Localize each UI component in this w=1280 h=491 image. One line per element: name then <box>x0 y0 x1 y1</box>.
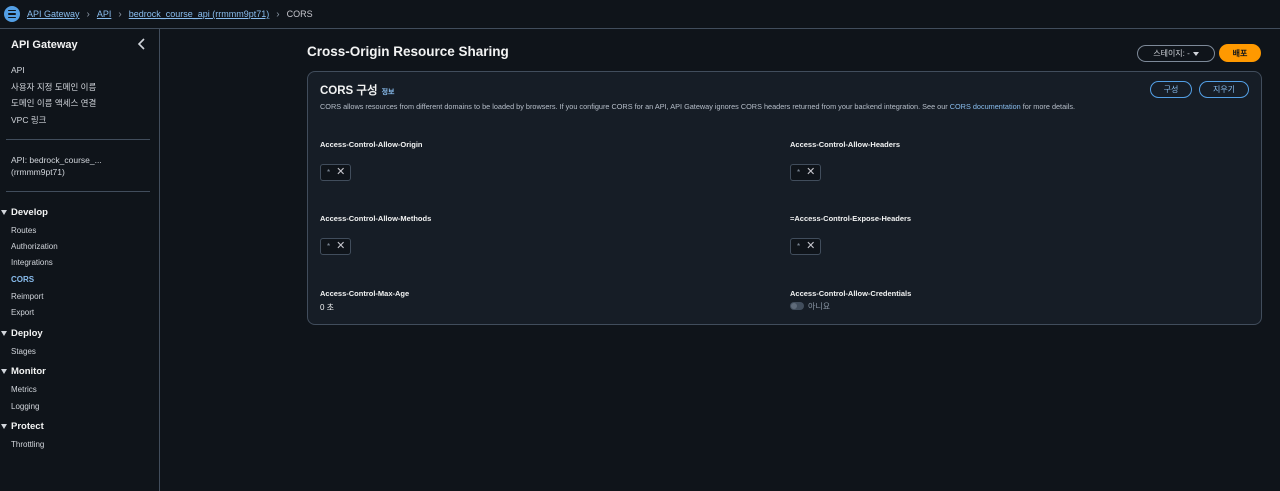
sidebar-item-metrics[interactable]: Metrics <box>11 385 37 394</box>
panel-description-tail: for more details. <box>1020 102 1076 111</box>
breadcrumb-api-name[interactable]: bedrock_course_api (rrmmm9pt71) <box>129 9 270 19</box>
hamburger-menu-icon[interactable] <box>4 6 20 22</box>
breadcrumb: API Gateway › API › bedrock_course_api (… <box>27 9 313 20</box>
sidebar-api-id[interactable]: (rrmmm9pt71) <box>11 167 65 177</box>
token-value: * <box>327 242 331 251</box>
allow-credentials-label: Access-Control-Allow-Credentials <box>790 289 912 298</box>
caret-down-icon <box>1192 51 1199 56</box>
allow-origin-token: * ✕ <box>320 164 351 181</box>
caret-down-icon <box>1 369 7 374</box>
sidebar-item-routes[interactable]: Routes <box>11 226 36 235</box>
sidebar-divider <box>6 191 150 192</box>
toggle-switch-icon[interactable] <box>790 302 804 310</box>
chevron-right-icon: › <box>86 8 90 20</box>
close-icon[interactable]: ✕ <box>806 167 815 178</box>
caret-down-icon <box>1 424 7 429</box>
cors-configuration-panel: CORS 구성 정보 CORS allows resources from di… <box>307 71 1262 325</box>
stage-select[interactable]: 스테이지: - <box>1137 45 1215 62</box>
caret-down-icon <box>1 210 7 215</box>
sidebar-item-integrations[interactable]: Integrations <box>11 258 53 267</box>
allow-headers-label: Access-Control-Allow-Headers <box>790 140 901 149</box>
sidebar-section-develop[interactable]: Develop <box>0 207 48 218</box>
expose-headers-token: * ✕ <box>790 238 821 255</box>
sidebar-api-name[interactable]: API: bedrock_course_... <box>11 155 102 165</box>
sidebar-section-protect[interactable]: Protect <box>0 421 44 432</box>
cors-documentation-link[interactable]: CORS documentation <box>950 102 1021 111</box>
breadcrumb-current: CORS <box>286 9 313 19</box>
panel-description-text: CORS allows resources from different dom… <box>320 102 950 111</box>
sidebar-item-stages[interactable]: Stages <box>11 347 36 356</box>
panel-title: CORS 구성 정보 <box>320 82 394 98</box>
close-icon[interactable]: ✕ <box>336 167 345 178</box>
panel-title-text: CORS 구성 <box>320 85 378 97</box>
token-value: * <box>797 242 801 251</box>
sidebar-item-api[interactable]: API <box>11 65 25 75</box>
sidebar-item-domain-access[interactable]: 도메인 이름 액세스 연결 <box>11 97 96 109</box>
info-link[interactable]: 정보 <box>382 87 395 97</box>
allow-credentials-value: 아니요 <box>808 302 831 311</box>
breadcrumb-api-gateway[interactable]: API Gateway <box>27 9 80 19</box>
chevron-right-icon: › <box>276 8 280 20</box>
allow-headers-token: * ✕ <box>790 164 821 181</box>
chevron-right-icon: › <box>118 8 122 20</box>
allow-methods-label: Access-Control-Allow-Methods <box>320 214 432 223</box>
close-icon[interactable]: ✕ <box>336 241 345 252</box>
sidebar-title[interactable]: API Gateway <box>11 39 78 51</box>
top-navigation-bar: API Gateway › API › bedrock_course_api (… <box>0 0 1280 29</box>
stage-select-label: 스테이지: - <box>1153 49 1190 58</box>
breadcrumb-api[interactable]: API <box>97 9 112 19</box>
sidebar-item-custom-domain[interactable]: 사용자 지정 도메인 이름 <box>11 81 96 93</box>
sidebar-section-deploy[interactable]: Deploy <box>0 328 43 339</box>
sidebar-item-authorization[interactable]: Authorization <box>11 242 58 251</box>
panel-description: CORS allows resources from different dom… <box>320 102 1075 111</box>
deploy-button[interactable]: 배포 <box>1219 44 1261 62</box>
sidebar-item-logging[interactable]: Logging <box>11 402 39 411</box>
max-age-value: 0 초 <box>320 303 335 312</box>
close-icon[interactable]: ✕ <box>806 241 815 252</box>
caret-down-icon <box>1 331 7 336</box>
clear-button[interactable]: 지우기 <box>1199 81 1249 98</box>
allow-origin-label: Access-Control-Allow-Origin <box>320 140 423 149</box>
token-value: * <box>797 168 801 177</box>
max-age-label: Access-Control-Max-Age <box>320 289 410 298</box>
sidebar-item-export[interactable]: Export <box>11 308 34 317</box>
allow-methods-token: * ✕ <box>320 238 351 255</box>
sidebar-item-vpc-link[interactable]: VPC 링크 <box>11 114 46 126</box>
sidebar-item-cors[interactable]: CORS <box>11 275 34 284</box>
sidebar-item-reimport[interactable]: Reimport <box>11 292 43 301</box>
sidebar: API Gateway API 사용자 지정 도메인 이름 도메인 이름 액세스… <box>0 29 160 491</box>
sidebar-item-throttling[interactable]: Throttling <box>11 440 44 449</box>
token-value: * <box>327 168 331 177</box>
page-title: Cross-Origin Resource Sharing <box>307 44 509 59</box>
sidebar-divider <box>6 139 150 140</box>
sidebar-section-monitor[interactable]: Monitor <box>0 366 46 377</box>
configure-button[interactable]: 구성 <box>1150 81 1192 98</box>
chevron-left-icon[interactable] <box>137 38 147 50</box>
expose-headers-label: =Access-Control-Expose-Headers <box>790 214 912 223</box>
